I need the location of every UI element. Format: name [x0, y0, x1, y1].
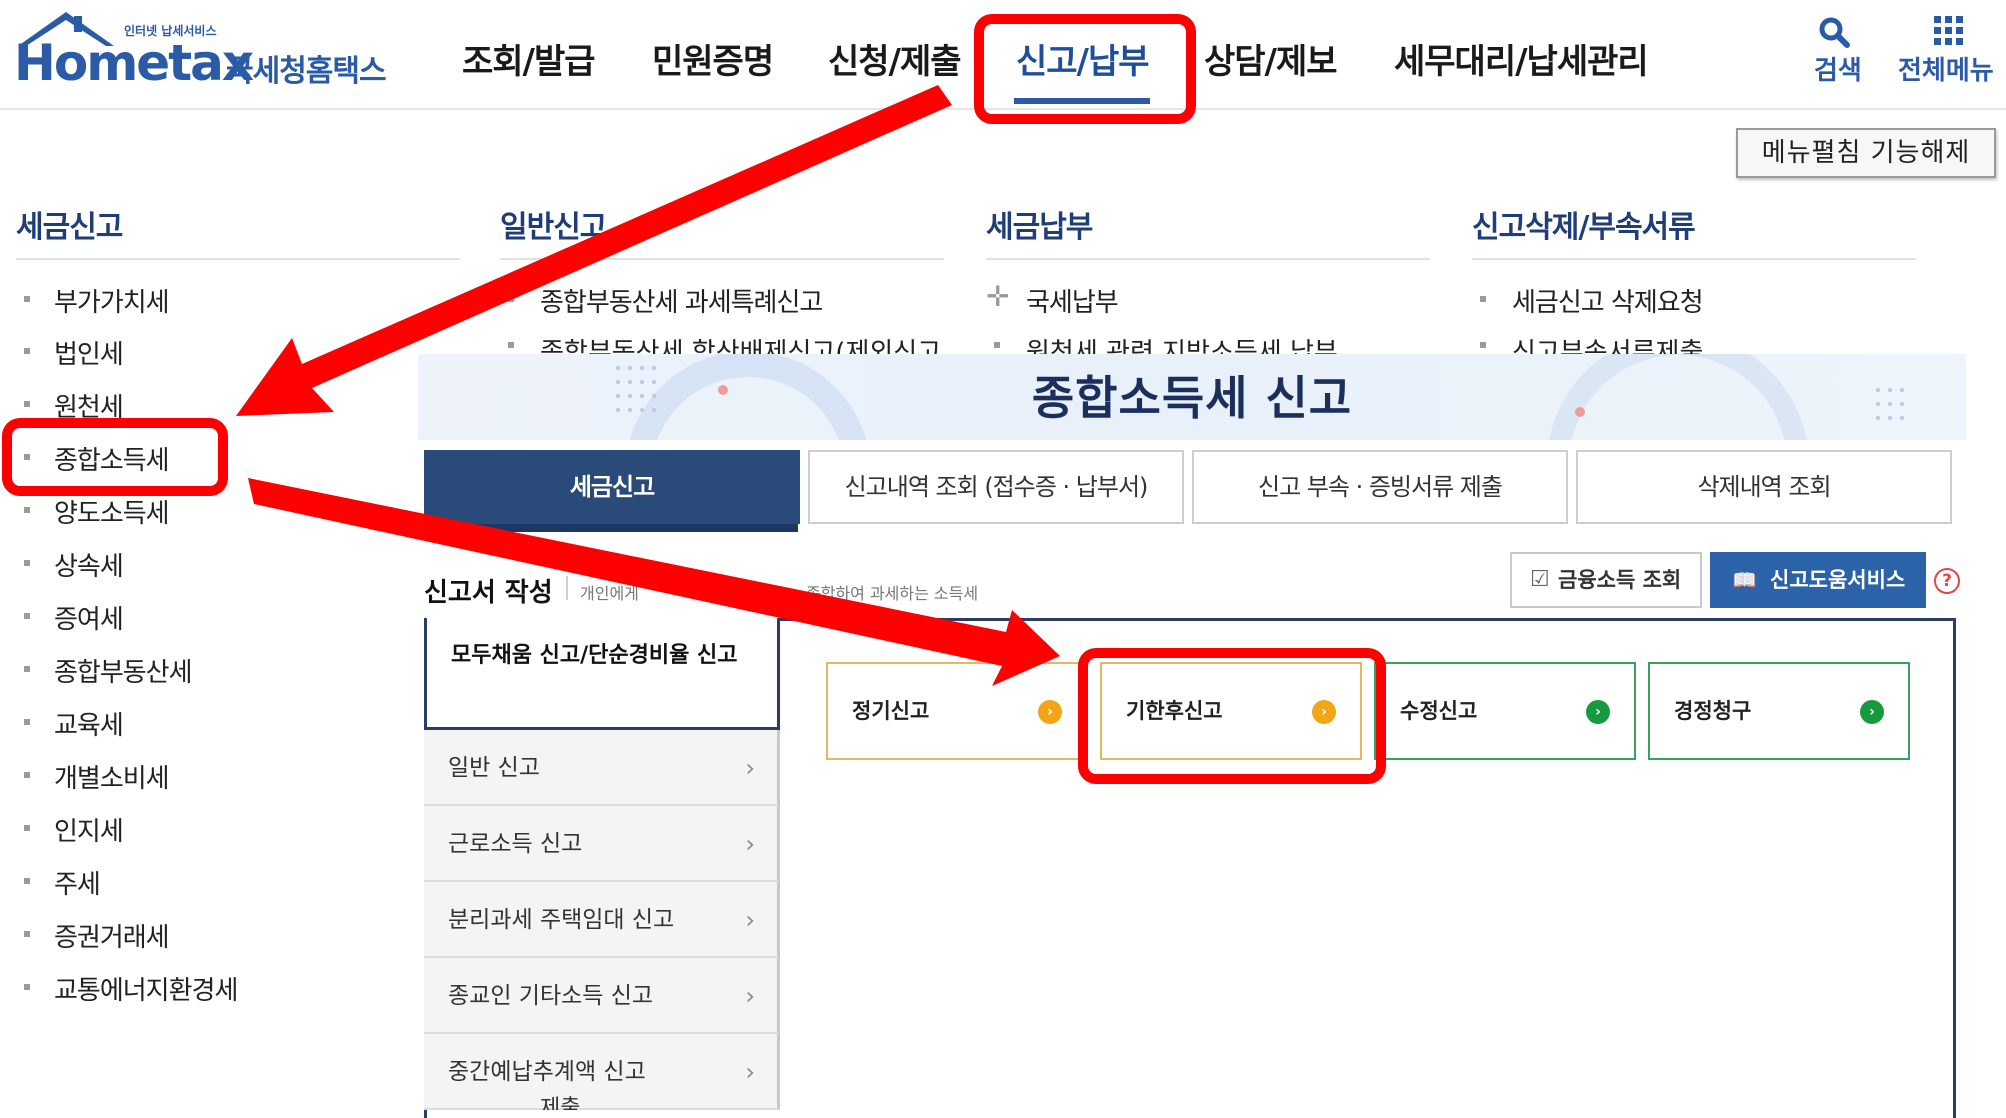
highlight-box-global-income-tax — [2, 418, 228, 496]
bullet-icon — [24, 401, 30, 407]
bullet-icon — [24, 560, 30, 566]
tab-report-history[interactable]: 신고내역 조회 (접수증 · 납부서) — [808, 450, 1184, 524]
arrow-circle-icon: › — [1586, 700, 1610, 724]
page-title: 종합소득세 신고 — [1031, 371, 1353, 425]
search-icon — [1819, 17, 1850, 48]
bullet-icon — [24, 719, 30, 725]
bullet-icon — [24, 348, 30, 354]
tab-tax-report[interactable]: 세금신고 — [424, 450, 800, 524]
column-divider — [16, 258, 460, 260]
menu-heading-tax-payment[interactable]: 세금납부 — [986, 202, 1093, 246]
nav-civil-certificate[interactable]: 민원증명 — [652, 34, 774, 83]
menu-item-corporate-tax[interactable]: 법인세 — [54, 334, 124, 371]
bullet-icon — [994, 342, 1000, 348]
edit-icon: ☑ — [1530, 567, 1550, 592]
highlight-box-late-report — [1078, 648, 1386, 784]
column-divider — [1472, 258, 1916, 260]
menu-item-education-tax[interactable]: 교육세 — [54, 705, 124, 742]
menu-item-stamp-tax[interactable]: 인지세 — [54, 811, 124, 848]
form-section-title: 신고서 작성 — [424, 578, 553, 608]
tab-attach-evidence-submit[interactable]: 신고 부속 · 증빙서류 제출 — [1192, 450, 1568, 524]
search-label[interactable]: 검색 — [1814, 50, 1862, 87]
report-help-service-button[interactable]: 📖 신고도움서비스 — [1710, 552, 1926, 608]
page-banner: 종합소득세 신고 — [418, 354, 1966, 440]
logo-brand: Hometax — [14, 34, 254, 92]
menu-heading-report-delete-attach[interactable]: 신고삭제/부속서류 — [1472, 202, 1696, 246]
menu-item-real-estate-special-report[interactable]: 종합부동산세 과세특례신고 — [540, 282, 823, 319]
arrow-circle-icon: › — [1038, 700, 1062, 724]
arrow-circle-icon: › — [1860, 700, 1884, 724]
financial-income-inquiry-button[interactable]: ☑ 금융소득 조회 — [1510, 552, 1702, 608]
menu-item-individual-consumption-tax[interactable]: 개별소비세 — [54, 758, 170, 795]
bullet-icon — [1480, 342, 1486, 348]
nav-consult-report[interactable]: 상담/제보 — [1204, 34, 1338, 83]
chevron-right-icon: › — [745, 1058, 755, 1086]
nav-inquiry-issue[interactable]: 조회/발급 — [462, 34, 596, 83]
active-tab-shadow — [422, 524, 798, 532]
menu-item-comprehensive-real-estate-tax[interactable]: 종합부동산세 — [54, 652, 193, 689]
card-amended-report[interactable]: 수정신고 › — [1374, 662, 1636, 760]
bullet-icon — [24, 296, 30, 302]
nav-apply-submit[interactable]: 신청/제출 — [828, 34, 962, 83]
card-correction-claim[interactable]: 경정청구 › — [1648, 662, 1910, 760]
menu-item-local-income-tax-payment[interactable]: 원천세 관련 지방소득세 납부 — [990, 336, 1430, 354]
logo-suffix: 국세청홈택스 — [226, 54, 387, 89]
bullet-icon — [24, 772, 30, 778]
menu-item-liquor-tax[interactable]: 주세 — [54, 864, 101, 901]
side-menu-item-interim-prepayment-report[interactable]: 중간예납추계액 신고 › — [424, 1034, 780, 1110]
all-menu-button[interactable] — [1930, 12, 1970, 48]
bullet-icon — [508, 342, 514, 348]
bullet-icon — [508, 296, 514, 302]
bullet-icon — [24, 825, 30, 831]
side-menu-item-separate-housing-rental-report[interactable]: 분리과세 주택임대 신고 › — [424, 882, 780, 958]
chevron-right-icon: › — [745, 906, 755, 934]
title-divider — [566, 576, 568, 600]
bullet-icon — [24, 984, 30, 990]
menu-item-capital-gains-tax[interactable]: 양도소득세 — [54, 493, 170, 530]
menu-item-report-delete-request[interactable]: 세금신고 삭제요청 — [1512, 282, 1704, 319]
form-description-left: 개인에게 — [580, 584, 639, 603]
side-menu-item-earned-income-report[interactable]: 근로소득 신고 › — [424, 806, 780, 882]
bullet-icon — [24, 666, 30, 672]
menu-item-gift-tax[interactable]: 증여세 — [54, 599, 124, 636]
side-menu-item-general-report[interactable]: 일반 신고 › — [424, 730, 780, 806]
bullet-icon — [24, 613, 30, 619]
side-menu-overflow-text: 제출 — [540, 1096, 581, 1110]
menu-heading-general-report[interactable]: 일반신고 — [500, 202, 607, 246]
bullet-icon — [1480, 296, 1486, 302]
chevron-right-icon: › — [745, 830, 755, 858]
menu-item-real-estate-exclusion-report[interactable]: 종합부동산세 합산배제신고(제외신고 — [506, 336, 946, 354]
menu-expand-toggle-button[interactable]: 메뉴펼침 기능해제 — [1736, 128, 1996, 178]
chevron-right-icon: › — [745, 982, 755, 1010]
bullet-icon — [24, 878, 30, 884]
chevron-right-icon: › — [745, 754, 755, 782]
side-menu-item-prefilled-report[interactable]: 모두채움 신고/단순경비율 신고 — [424, 618, 780, 730]
bullet-icon — [24, 507, 30, 513]
tab-delete-history[interactable]: 삭제내역 조회 — [1576, 450, 1952, 524]
help-icon[interactable]: ? — [1934, 568, 1960, 594]
menu-item-vat[interactable]: 부가가치세 — [54, 282, 170, 319]
menu-item-transport-energy-env-tax[interactable]: 교통에너지환경세 — [54, 970, 238, 1007]
book-icon: 📖 — [1732, 568, 1757, 592]
hometax-logo[interactable]: 인터넷 납세서비스 Hometax 국세청홈택스 — [14, 10, 394, 92]
bullet-icon — [24, 931, 30, 937]
menu-item-national-tax-payment[interactable]: 국세납부 — [1026, 282, 1119, 319]
menu-heading-tax-report[interactable]: 세금신고 — [16, 202, 123, 246]
menu-item-attach-document-submit[interactable]: 신고부속서류제출 — [1476, 336, 1916, 354]
menu-item-securities-transaction-tax[interactable]: 증권거래세 — [54, 917, 170, 954]
nav-tax-agent[interactable]: 세무대리/납세관리 — [1394, 34, 1649, 83]
all-menu-label[interactable]: 전체메뉴 — [1898, 50, 1994, 87]
menu-item-inheritance-tax[interactable]: 상속세 — [54, 546, 124, 583]
plus-icon: ✛ — [986, 280, 1010, 313]
card-regular-report[interactable]: 정기신고 › — [826, 662, 1088, 760]
column-divider — [500, 258, 944, 260]
form-description-right: 종합하여 과세하는 소득세 — [806, 584, 979, 603]
column-divider — [986, 258, 1430, 260]
side-menu-item-clergy-other-income-report[interactable]: 종교인 기타소득 신고 › — [424, 958, 780, 1034]
highlight-box-nav — [974, 14, 1196, 124]
grid-menu-icon — [1934, 16, 1963, 45]
